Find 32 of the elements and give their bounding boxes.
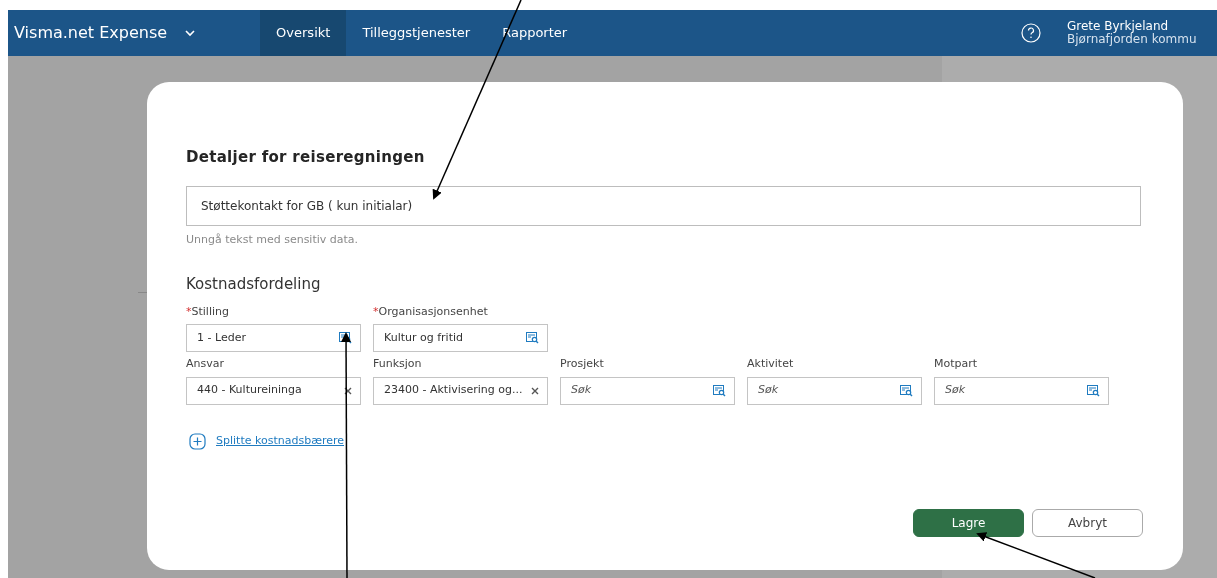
field-label: Aktivitet (747, 356, 794, 372)
input-field[interactable]: 1 - Leder (186, 324, 361, 352)
hint-text: Unngå tekst med sensitiv data. (186, 231, 360, 248)
field-label: Prosjekt (560, 356, 604, 372)
chevron-down-icon[interactable] (185, 29, 196, 37)
description-field[interactable]: Støttekontakt for GB ( kun initialar) (186, 185, 1141, 226)
input-field[interactable]: Søk (934, 376, 1109, 405)
clear-icon[interactable] (531, 386, 539, 395)
field-label: *Organisasjonsenhet (373, 303, 488, 320)
field-label: *Stilling (186, 303, 229, 320)
input-field[interactable]: Søk (560, 376, 735, 405)
field-label: Motpart (934, 356, 978, 372)
field-label: Funksjon (373, 356, 422, 372)
cancel-button[interactable]: Avbryt (1032, 509, 1143, 537)
nav-tab[interactable]: Tilleggstjenester (346, 10, 487, 56)
lookup-icon[interactable] (339, 332, 352, 344)
section-title: Kostnadsfordeling (186, 274, 322, 295)
input-field[interactable]: 440 - Kultureininga (186, 376, 361, 405)
input-field[interactable]: 23400 - Aktivisering og... (373, 376, 548, 405)
help-icon[interactable] (1021, 23, 1041, 43)
user-name[interactable]: Grete Byrkjeland (1067, 20, 1217, 33)
input-field[interactable]: Søk (747, 376, 922, 405)
app-title: Visma.net Expense (14, 22, 168, 44)
nav-tab[interactable]: Oversikt (260, 10, 347, 56)
dialog-title: Detaljer for reiseregningen (186, 147, 426, 168)
input-field[interactable]: Kultur og fritid (373, 324, 548, 352)
field-label: Ansvar (186, 356, 224, 372)
organisation-name: Bjørnafjorden kommu (1067, 33, 1198, 46)
save-button[interactable]: Lagre (913, 509, 1024, 537)
nav-tab[interactable]: Rapporter (486, 10, 584, 56)
clear-icon[interactable] (344, 386, 352, 395)
split-cost-link[interactable]: Splitte kostnadsbærere (216, 432, 345, 450)
